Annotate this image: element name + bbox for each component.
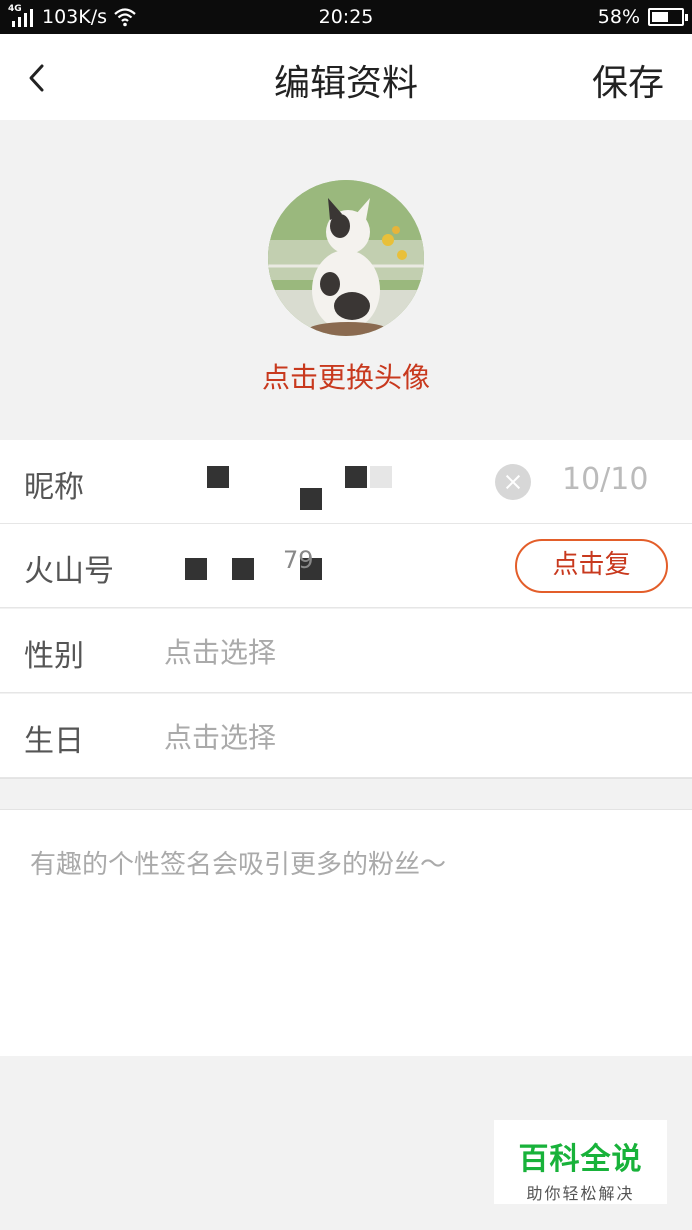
copy-id-button[interactable]: 点击复 (515, 539, 668, 593)
save-button[interactable]: 保存 (592, 54, 664, 106)
battery-icon (648, 8, 688, 26)
birthday-row[interactable]: 生日 点击选择 (0, 694, 692, 778)
status-bar: 4G 103K/s 20:25 58% (0, 0, 692, 34)
signature-input[interactable]: 有趣的个性签名会吸引更多的粉丝～ (0, 810, 692, 1056)
signature-placeholder: 有趣的个性签名会吸引更多的粉丝～ (30, 850, 447, 880)
nav-header: 编辑资料 保存 (0, 34, 692, 120)
battery-fill (652, 12, 668, 22)
gender-row[interactable]: 性别 点击选择 (0, 609, 692, 693)
watermark-logo: 百科全说 助你轻松解决 (494, 1120, 667, 1204)
kitten-photo (268, 180, 424, 336)
gender-select[interactable]: 点击选择 (164, 631, 276, 671)
avatar[interactable] (268, 180, 424, 336)
nickname-row[interactable]: 昵称 10/10 (0, 440, 692, 524)
avatar-section: 点击更换头像 (0, 120, 692, 440)
huoshan-id-suffix: 79 (283, 546, 314, 574)
change-avatar-link[interactable]: 点击更换头像 (0, 356, 692, 396)
birthday-select[interactable]: 点击选择 (164, 716, 276, 756)
battery-percent: 58% (597, 6, 640, 28)
status-right: 58% (597, 6, 688, 28)
status-time: 20:25 (318, 6, 374, 28)
gender-label: 性别 (24, 639, 84, 674)
nickname-char-count: 10/10 (562, 462, 649, 497)
page-title: 编辑资料 (273, 63, 418, 104)
clear-icon[interactable] (495, 464, 531, 500)
watermark-subtitle: 助你轻松解决 (526, 1184, 635, 1203)
birthday-label: 生日 (24, 724, 84, 759)
nickname-label: 昵称 (24, 470, 84, 505)
huoshan-id-label: 火山号 (24, 554, 114, 589)
section-divider (0, 778, 692, 810)
huoshan-id-row: 火山号 79 点击复 (0, 524, 692, 608)
watermark-title: 百科全说 (518, 1142, 643, 1177)
